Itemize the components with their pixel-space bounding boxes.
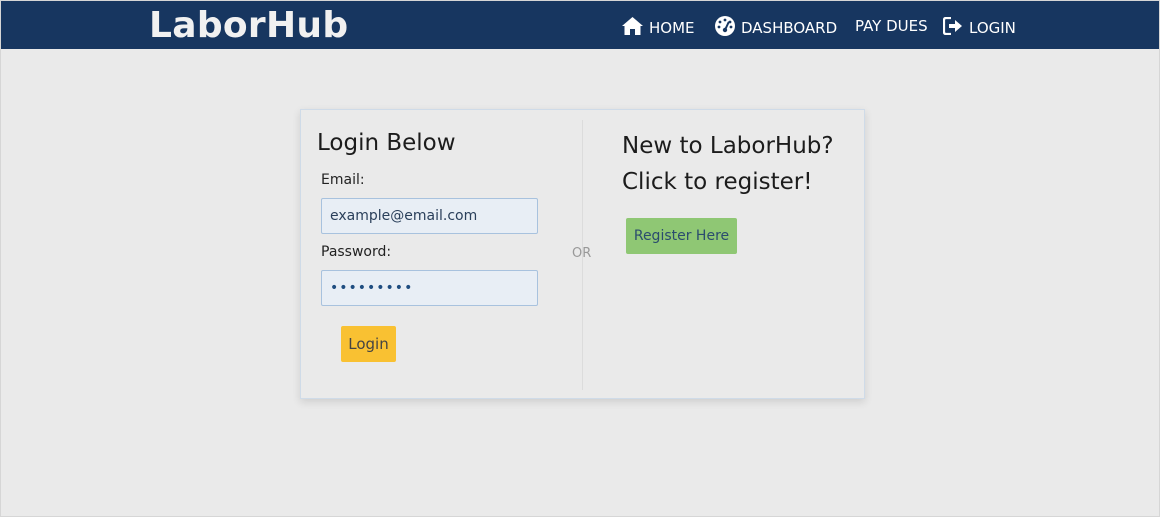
nav-home[interactable]: HOME <box>622 13 695 39</box>
password-label: Password: <box>321 244 392 260</box>
register-title-line1: New to LaborHub? <box>622 133 834 159</box>
home-icon <box>622 17 643 35</box>
email-label: Email: <box>321 172 365 188</box>
nav-home-label: HOME <box>649 19 695 37</box>
nav-dashboard-label: DASHBOARD <box>741 19 838 37</box>
login-button[interactable]: Login <box>341 326 396 362</box>
top-navbar: LaborHub HOME DASHBOARD PAY DUES LOGIN <box>1 1 1159 49</box>
nav-dashboard[interactable]: DASHBOARD <box>715 13 837 39</box>
email-field[interactable] <box>321 198 538 234</box>
nav-pay-dues[interactable]: PAY DUES <box>855 13 928 39</box>
password-field[interactable] <box>321 270 538 306</box>
nav-pay-dues-label: PAY DUES <box>855 17 928 35</box>
auth-card: Login Below Email: Password: Login OR Ne… <box>300 109 865 399</box>
nav-login-label: LOGIN <box>969 19 1016 37</box>
sign-in-icon <box>943 17 963 35</box>
register-title-line2: Click to register! <box>622 169 813 195</box>
register-button[interactable]: Register Here <box>626 218 737 254</box>
dashboard-icon <box>715 16 735 36</box>
nav-login[interactable]: LOGIN <box>943 13 1016 39</box>
register-title: New to LaborHub? Click to register! <box>622 128 834 200</box>
login-title: Login Below <box>317 130 456 156</box>
or-separator: OR <box>572 246 592 261</box>
brand-logo[interactable]: LaborHub <box>149 6 348 46</box>
